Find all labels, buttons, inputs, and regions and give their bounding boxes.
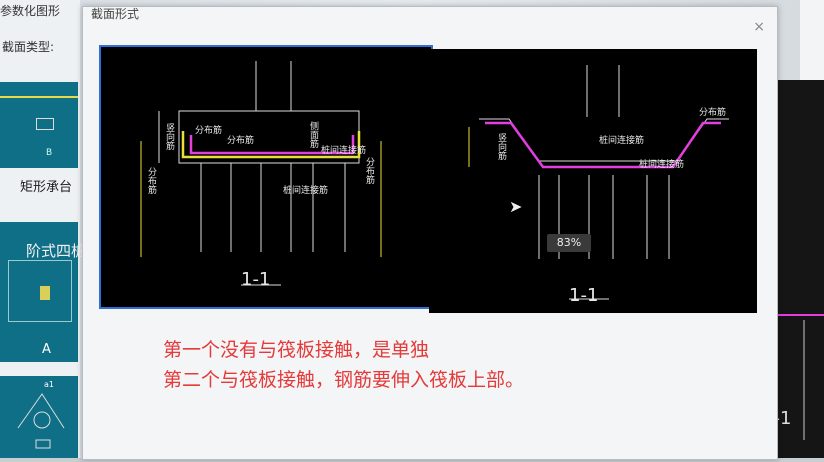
label-pile-tie-bar: 桩间连接筋 <box>283 186 329 196</box>
zoom-badge: 83% <box>547 234 591 252</box>
label-distribution-bar: 分布筋 <box>699 108 727 118</box>
close-icon[interactable]: × <box>753 19 765 35</box>
label-pile-tie-bar: 桩间连接筋 <box>321 146 367 156</box>
label-vertical-bar: 竖向筋 <box>164 123 174 150</box>
trapezoid-shape-icon <box>17 393 65 449</box>
section-label-2: 1-1 <box>569 285 599 306</box>
label-distribution-bar: 分布筋 <box>364 157 374 184</box>
section-card-rect[interactable]: B <box>0 82 78 168</box>
dim-label-b: B <box>46 148 53 158</box>
left-section-panel: 参数化图形 截面类型: B 矩形承台 A 阶式四桩 a1 <box>0 0 86 458</box>
label-distribution-bar: 分布筋 <box>195 126 223 136</box>
section-card-rect-name: 矩形承台 <box>20 180 73 195</box>
pile-icon <box>40 286 50 300</box>
label-vertical-bar: 竖向筋 <box>496 133 506 160</box>
section-form-dialog: 截面形式 × 分布筋 分布筋 桩间连接筋 侧面筋 桩间连接筋 分布筋 分布筋 竖… <box>82 6 778 460</box>
section-label-1: 1-1 <box>241 269 271 290</box>
label-distribution-bar: 分布筋 <box>146 167 156 194</box>
section-option-standalone[interactable]: 分布筋 分布筋 桩间连接筋 侧面筋 桩间连接筋 分布筋 分布筋 竖向筋 1-1 <box>99 45 433 309</box>
section-option-raft-contact[interactable]: 桩间连接筋 桩间连接筋 竖向筋 分布筋 83% ➤ 1-1 <box>429 49 757 313</box>
dim-label-a: A <box>42 342 51 357</box>
label-pile-tie-bar: 桩间连接筋 <box>599 136 645 146</box>
label-side-bar: 侧面筋 <box>308 121 318 148</box>
label-pile-tie-bar: 桩间连接筋 <box>639 160 685 170</box>
annotation-line-2: 第二个与筏板接触，钢筋要伸入筏板上部。 <box>163 369 525 391</box>
annotation-line-1: 第一个没有与筏板接触，是单独 <box>163 339 430 361</box>
mouse-cursor-icon: ➤ <box>509 197 523 216</box>
section-card-stepped-name: 阶式四桩 <box>26 242 87 260</box>
left-header-title: 参数化图形 <box>0 4 61 18</box>
dialog-title: 截面形式 <box>91 7 140 21</box>
hatch-icon <box>36 118 54 130</box>
label-distribution-bar: 分布筋 <box>227 136 255 146</box>
section-type-label: 截面类型: <box>2 40 55 54</box>
cap-section-drawing-2 <box>468 65 729 300</box>
section-card-trapezoid[interactable]: a1 <box>0 376 78 458</box>
